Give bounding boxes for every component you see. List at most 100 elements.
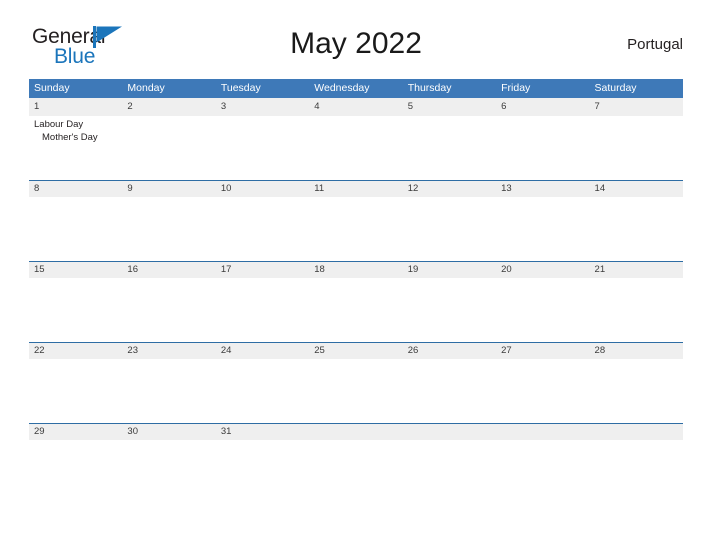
day-events-cell	[216, 440, 309, 504]
weekday-header-sunday: Sunday	[34, 82, 70, 94]
weekday-header-saturday: Saturday	[594, 82, 637, 94]
week-number-band: 15 16 17 18 19 20 21	[29, 260, 683, 278]
page-header: General Blue May 2022 Portugal	[29, 22, 683, 70]
day-events-cell	[496, 278, 589, 342]
weekday-header-wednesday: Wednesday	[314, 82, 370, 94]
holiday-event: Labour Day	[34, 118, 84, 130]
day-events-cell	[309, 197, 402, 261]
day-events-cell	[403, 278, 496, 342]
day-events-cell: Labour Day Mother's Day	[29, 116, 122, 180]
week-events-band	[29, 277, 683, 342]
day-number	[590, 424, 683, 440]
week-number-band: 29 30 31	[29, 422, 683, 440]
week-events-band	[29, 439, 683, 504]
weekday-header-friday: Friday	[501, 82, 531, 94]
day-number[interactable]: 10	[216, 181, 309, 197]
day-events-cell	[216, 278, 309, 342]
day-number[interactable]: 15	[29, 262, 122, 278]
day-number[interactable]: 25	[309, 343, 402, 359]
week-events-band	[29, 358, 683, 423]
day-number[interactable]: 8	[29, 181, 122, 197]
day-number[interactable]: 23	[122, 343, 215, 359]
day-events-cell	[496, 197, 589, 261]
day-number[interactable]: 14	[590, 181, 683, 197]
day-events-cell	[122, 278, 215, 342]
day-number[interactable]: 16	[122, 262, 215, 278]
day-number	[403, 424, 496, 440]
day-number[interactable]: 24	[216, 343, 309, 359]
day-events-cell	[122, 359, 215, 423]
day-events-cell	[309, 440, 402, 504]
week-number-band: 1234567	[29, 98, 683, 116]
day-events-cell	[216, 197, 309, 261]
day-number[interactable]: 26	[403, 343, 496, 359]
day-number	[496, 424, 589, 440]
day-number[interactable]: 21	[590, 262, 683, 278]
day-events-cell	[29, 197, 122, 261]
calendar-page: General Blue May 2022 Portugal Sunday Mo…	[0, 0, 712, 550]
day-number[interactable]: 1	[29, 98, 122, 116]
day-number[interactable]: 28	[590, 343, 683, 359]
day-number[interactable]: 31	[216, 424, 309, 440]
day-events-cell	[590, 278, 683, 342]
week-events-band: Labour Day Mother's Day	[29, 115, 683, 180]
day-number	[309, 424, 402, 440]
holiday-event: Mother's Day	[42, 131, 98, 143]
day-events-cell	[590, 359, 683, 423]
weekday-header-thursday: Thursday	[407, 82, 452, 94]
day-events-cell	[590, 116, 683, 180]
calendar-week-row: 1 2 3 4 5 6 7 Labour Day Mother's Day	[29, 98, 683, 180]
day-number[interactable]: 17	[216, 262, 309, 278]
day-events-cell	[590, 197, 683, 261]
day-events-cell	[403, 116, 496, 180]
day-events-cell	[496, 116, 589, 180]
calendar-week-row: 22 23 24 25 26 27 28	[29, 341, 683, 423]
week-number-band: 8 9 10 11 12 13 14	[29, 179, 683, 197]
day-events-cell	[309, 116, 402, 180]
calendar-week-row: 15 16 17 18 19 20 21	[29, 260, 683, 342]
day-number[interactable]: 12	[403, 181, 496, 197]
day-events-cell	[403, 359, 496, 423]
day-events-cell	[29, 278, 122, 342]
weekday-header-monday: Monday	[127, 82, 165, 94]
day-number[interactable]: 27	[496, 343, 589, 359]
day-events-cell	[496, 440, 589, 504]
calendar-weeks: 1 2 3 4 5 6 7 Labour Day Mother's Day 8 9 10 11 12 13 1…	[29, 98, 683, 504]
day-number[interactable]: 9	[122, 181, 215, 197]
day-number[interactable]: 19	[403, 262, 496, 278]
week-events-band	[29, 196, 683, 261]
day-events-cell	[216, 116, 309, 180]
weekday-header-tuesday: Tuesday	[220, 82, 261, 94]
page-title: May 2022	[290, 27, 422, 60]
day-events-cell	[122, 116, 215, 180]
day-events-cell	[122, 440, 215, 504]
day-number[interactable]: 11	[309, 181, 402, 197]
calendar-grid: Sunday Monday Tuesday Wednesday Thursday…	[29, 79, 683, 504]
day-number[interactable]: 6	[496, 98, 589, 116]
day-events-cell	[309, 359, 402, 423]
weekday-header-row: Sunday Monday Tuesday Wednesday Thursday…	[29, 79, 683, 98]
day-events-cell	[309, 278, 402, 342]
day-number[interactable]: 5	[403, 98, 496, 116]
week-number-band: 22 23 24 25 26 27 28	[29, 341, 683, 359]
day-events-cell	[590, 440, 683, 504]
day-events-cell	[403, 440, 496, 504]
day-events-cell	[496, 359, 589, 423]
day-events-cell	[403, 197, 496, 261]
day-number[interactable]: 7	[590, 98, 683, 116]
day-number[interactable]: 18	[309, 262, 402, 278]
region-label: Portugal	[627, 36, 683, 53]
calendar-week-row: 8 9 10 11 12 13 14	[29, 179, 683, 261]
day-events-cell	[29, 440, 122, 504]
day-events-cell	[29, 359, 122, 423]
day-number[interactable]: 30	[122, 424, 215, 440]
day-number[interactable]: 13	[496, 181, 589, 197]
day-number[interactable]: 29	[29, 424, 122, 440]
day-number[interactable]: 20	[496, 262, 589, 278]
day-number[interactable]: 3	[216, 98, 309, 116]
day-number[interactable]: 2	[122, 98, 215, 116]
day-number[interactable]: 22	[29, 343, 122, 359]
day-number[interactable]: 4	[309, 98, 402, 116]
day-events-cell	[216, 359, 309, 423]
calendar-week-row: 29 30 31	[29, 422, 683, 504]
